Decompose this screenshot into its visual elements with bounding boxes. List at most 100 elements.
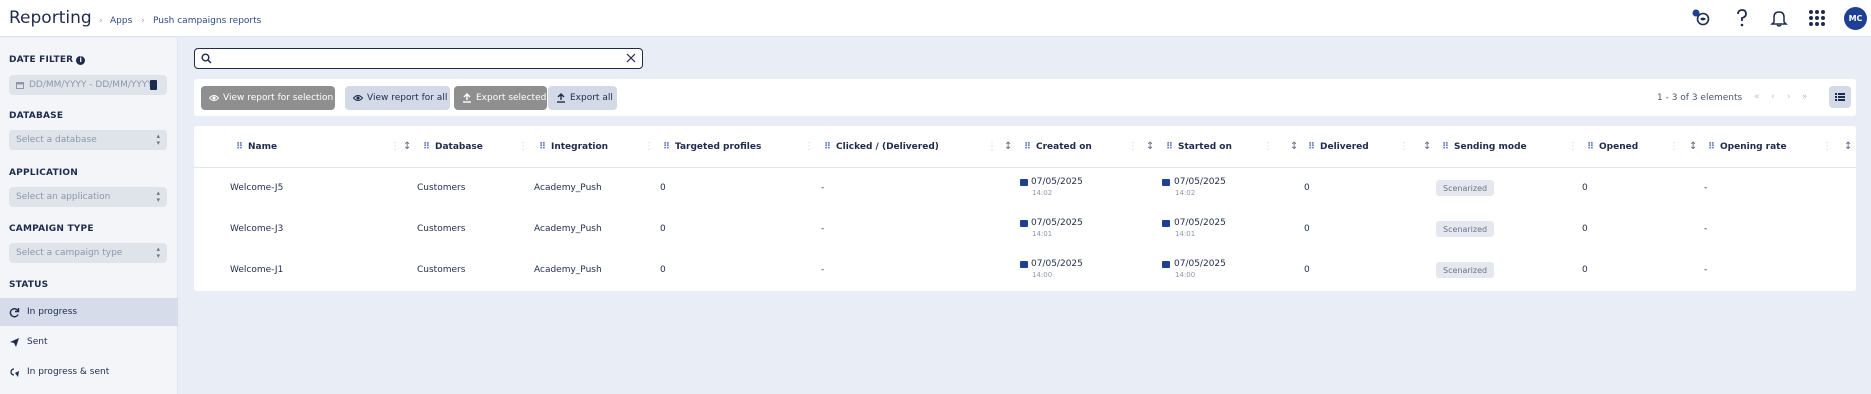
column-menu-icon[interactable]: ⋮ — [1399, 141, 1409, 152]
breadcrumb-apps[interactable]: Apps — [110, 16, 132, 26]
campaign-type-select[interactable]: Select a campaign type ▴ ▾ — [9, 243, 167, 263]
column-menu-icon[interactable]: ⋮ — [644, 141, 654, 152]
column-menu-icon[interactable]: ⋮ — [1669, 141, 1679, 152]
export-all-button[interactable]: Export all — [548, 86, 617, 110]
campaign-type-title: CAMPAIGN TYPE — [9, 224, 94, 234]
column-header-database[interactable]: ⠿ Database — [423, 142, 483, 152]
select-chevron-icon: ▴ ▾ — [156, 245, 160, 260]
drag-handle-icon[interactable]: ⠿ — [1166, 142, 1173, 152]
pagination-count: 1 - 3 of 3 elements — [1657, 93, 1743, 103]
status-item-sent[interactable]: Sent — [0, 328, 178, 356]
calendar-picker-icon[interactable] — [150, 80, 157, 90]
cell-name[interactable]: Welcome-J5 — [230, 183, 283, 193]
column-menu-icon[interactable]: ⋮ — [1568, 141, 1578, 152]
cell-name[interactable]: Welcome-J1 — [230, 265, 283, 275]
column-menu-icon[interactable]: ⋮ — [518, 141, 528, 152]
breadcrumb-separator: › — [99, 16, 103, 26]
next-page-icon[interactable]: › — [1787, 92, 1791, 102]
drag-handle-icon[interactable]: ⠿ — [423, 142, 430, 152]
cell-delivered: 0 — [1304, 265, 1310, 275]
notification-toggle-icon[interactable] — [1690, 8, 1710, 28]
cell-opened: 0 — [1582, 183, 1588, 193]
status-title: STATUS — [9, 280, 49, 290]
calendar-icon — [16, 82, 24, 89]
cell-started-date: 07/05/2025 — [1174, 218, 1226, 228]
drag-handle-icon[interactable]: ⠿ — [236, 142, 243, 152]
list-view-toggle[interactable] — [1829, 86, 1851, 108]
database-select[interactable]: Select a database ▴ ▾ — [9, 130, 167, 150]
sort-icon[interactable]: ↕ — [1290, 141, 1298, 152]
column-header-delivered[interactable]: ⠿ Delivered — [1308, 142, 1369, 152]
info-icon[interactable]: i — [76, 56, 86, 65]
prev-page-icon[interactable]: ‹ — [1771, 92, 1775, 102]
column-header-integration[interactable]: ⠿ Integration — [539, 142, 608, 152]
column-menu-icon[interactable]: ⋮ — [1822, 141, 1832, 152]
column-menu-icon[interactable]: ⋮ — [804, 141, 814, 152]
column-header-started-on[interactable]: ⠿ Started on — [1166, 142, 1232, 152]
bell-icon[interactable] — [1769, 8, 1789, 28]
drag-handle-icon[interactable]: ⠿ — [663, 142, 670, 152]
drag-handle-icon[interactable]: ⠿ — [1442, 142, 1449, 152]
sort-icon[interactable]: ↕ — [403, 141, 411, 152]
avatar[interactable]: MC — [1844, 7, 1867, 30]
drag-handle-icon[interactable]: ⠿ — [1587, 142, 1594, 152]
cell-started-time: 14:01 — [1175, 230, 1196, 238]
column-header-created-on[interactable]: ⠿ Created on — [1024, 142, 1092, 152]
filter-sidebar: DATE FILTER i DD/MM/YYYY - DD/MM/YYYY DAT… — [0, 38, 178, 394]
view-report-selection-button[interactable]: View report for selection — [201, 86, 335, 110]
status-item-in-progress-sent[interactable]: In progress & sent — [0, 358, 178, 386]
upload-icon — [557, 93, 565, 103]
sort-icon[interactable]: ↕ — [1146, 141, 1154, 152]
column-header-clicked[interactable]: ⠿ Clicked / (Delivered) — [824, 142, 939, 152]
cell-created-time: 14:00 — [1032, 271, 1053, 279]
cell-database: Customers — [417, 265, 466, 275]
search-input[interactable] — [194, 48, 643, 69]
drag-handle-icon[interactable]: ⠿ — [824, 142, 831, 152]
top-bar: Reporting › Apps › Push campaigns report… — [0, 0, 1871, 37]
breadcrumb-separator: › — [141, 16, 145, 26]
cell-clicked: - — [821, 265, 825, 275]
clear-search-icon[interactable] — [626, 53, 636, 63]
drag-handle-icon[interactable]: ⠿ — [539, 142, 546, 152]
view-report-all-button[interactable]: View report for all — [345, 86, 450, 110]
calendar-icon — [1162, 261, 1170, 268]
column-menu-icon[interactable]: ⋮ — [987, 141, 997, 152]
column-menu-icon[interactable]: ⋮ — [390, 141, 400, 152]
list-icon — [1835, 93, 1845, 101]
cell-name[interactable]: Welcome-J3 — [230, 224, 283, 234]
column-header-name[interactable]: ⠿ Name — [236, 142, 277, 152]
calendar-icon — [1020, 220, 1028, 227]
column-header-sending-mode[interactable]: ⠿ Sending mode — [1442, 142, 1527, 152]
progress-sent-icon — [10, 368, 19, 377]
sort-icon[interactable]: ↕ — [1004, 141, 1012, 152]
last-page-icon[interactable]: » — [1802, 92, 1808, 102]
apps-grid-icon[interactable] — [1807, 8, 1827, 28]
column-menu-icon[interactable]: ⋮ — [1128, 141, 1138, 152]
column-menu-icon[interactable]: ⋮ — [1263, 141, 1273, 152]
calendar-icon — [1020, 179, 1028, 186]
search-icon — [201, 53, 212, 64]
cell-database: Customers — [417, 224, 466, 234]
export-selected-button[interactable]: Export selected — [454, 86, 547, 110]
help-icon[interactable] — [1732, 8, 1752, 28]
sending-mode-badge: Scenarized — [1436, 221, 1495, 237]
sort-icon[interactable]: ↕ — [1844, 141, 1852, 152]
status-item-in-progress[interactable]: In progress — [0, 298, 178, 326]
date-range-input[interactable]: DD/MM/YYYY - DD/MM/YYYY — [9, 75, 167, 95]
sort-icon[interactable]: ↕ — [1423, 141, 1431, 152]
sort-icon[interactable]: ↕ — [1689, 141, 1697, 152]
date-range-placeholder: DD/MM/YYYY - DD/MM/YYYY — [29, 80, 153, 90]
drag-handle-icon[interactable]: ⠿ — [1024, 142, 1031, 152]
cell-targeted: 0 — [660, 265, 666, 275]
column-header-opened[interactable]: ⠿ Opened — [1587, 142, 1638, 152]
cell-targeted: 0 — [660, 224, 666, 234]
first-page-icon[interactable]: « — [1754, 92, 1760, 102]
column-header-targeted-profiles[interactable]: ⠿ Targeted profiles — [663, 142, 761, 152]
application-select[interactable]: Select an application ▴ ▾ — [9, 187, 167, 207]
drag-handle-icon[interactable]: ⠿ — [1708, 142, 1715, 152]
column-header-opening-rate[interactable]: ⠿ Opening rate — [1708, 142, 1787, 152]
database-title: DATABASE — [9, 111, 64, 121]
cell-started-time: 14:02 — [1175, 189, 1196, 197]
drag-handle-icon[interactable]: ⠿ — [1308, 142, 1315, 152]
select-chevron-icon: ▴ ▾ — [156, 189, 160, 204]
